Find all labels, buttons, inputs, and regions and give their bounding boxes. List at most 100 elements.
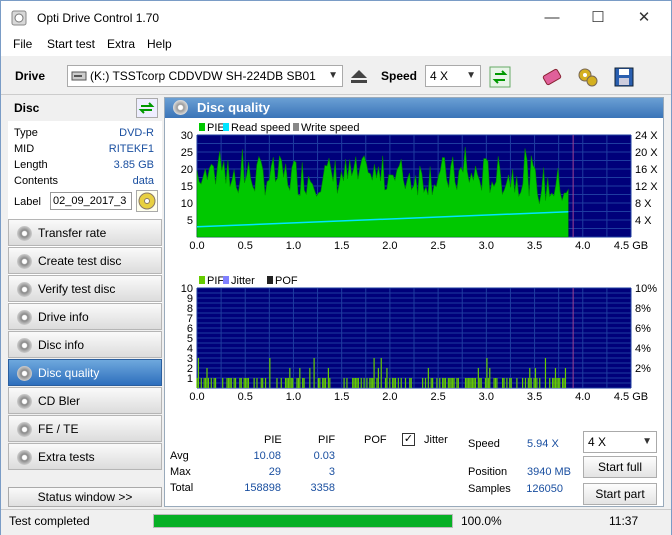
disc-label-input[interactable] bbox=[50, 192, 132, 210]
label-disc-button[interactable] bbox=[136, 190, 158, 212]
disc-header: Disc bbox=[8, 97, 162, 119]
settings-button[interactable] bbox=[575, 64, 601, 90]
refresh-icon bbox=[489, 66, 511, 88]
maximize-button[interactable]: ☐ bbox=[575, 1, 621, 34]
app-icon bbox=[11, 10, 27, 26]
legend-label: PIE bbox=[207, 122, 225, 134]
minimize-button[interactable]: — bbox=[529, 1, 575, 34]
y-tick-label: 15 bbox=[181, 181, 193, 193]
position-label: Position bbox=[468, 466, 508, 478]
legend-label: Jitter bbox=[231, 275, 255, 287]
disc-info-icon bbox=[17, 338, 32, 353]
drive-select[interactable]: (K:) TSSTcorp CDDVDW SH-224DB SB01 ▼ bbox=[67, 65, 343, 87]
jitter-checkbox[interactable]: ✓ bbox=[402, 433, 415, 446]
gear-icon bbox=[578, 68, 598, 87]
x-tick-label: 1.5 bbox=[334, 240, 349, 252]
y2-tick-label: 8 X bbox=[635, 198, 652, 210]
nav-label: Verify test disc bbox=[38, 282, 116, 296]
info-row-mid: MID RITEKF1 bbox=[14, 143, 154, 155]
erase-button[interactable] bbox=[539, 64, 565, 90]
speed-select[interactable]: 4 X ▼ bbox=[425, 65, 481, 87]
legend-swatch bbox=[267, 276, 273, 284]
x-tick-label: 3.0 bbox=[479, 391, 494, 403]
legend-label: Read speed bbox=[231, 122, 290, 134]
x-tick-label: 2.5 bbox=[430, 240, 445, 252]
x-tick-label: 0.5 bbox=[238, 240, 253, 252]
y2-tick-label: 20 X bbox=[635, 147, 658, 159]
x-tick-label: 2.0 bbox=[382, 391, 397, 403]
x-tick-label: 3.5 bbox=[527, 391, 542, 403]
speed-stat-value: 5.94 X bbox=[527, 438, 559, 450]
status-text: Test completed bbox=[9, 514, 90, 528]
menu-extra[interactable]: Extra bbox=[107, 37, 135, 51]
window-title: Opti Drive Control 1.70 bbox=[37, 11, 160, 25]
nav-create-test-disc-button[interactable]: Create test disc bbox=[8, 247, 162, 274]
nav-extra-tests-button[interactable]: Extra tests bbox=[8, 443, 162, 470]
legend-label: Write speed bbox=[301, 122, 360, 134]
y2-tick-label: 10% bbox=[635, 283, 657, 295]
speed-label: Speed bbox=[381, 69, 418, 83]
y-tick-label: 5 bbox=[187, 215, 193, 227]
refresh-button[interactable] bbox=[487, 64, 513, 90]
total-pif: 3358 bbox=[310, 482, 335, 494]
x-tick-label: 1.0 bbox=[286, 391, 301, 403]
nav-disc-quality-button[interactable]: Disc quality bbox=[8, 359, 162, 386]
nav-verify-test-disc-button[interactable]: Verify test disc bbox=[8, 275, 162, 302]
col-pof: POF bbox=[364, 434, 387, 446]
x-tick-label: 3.5 bbox=[527, 240, 542, 252]
nav-transfer-rate-button[interactable]: Transfer rate bbox=[8, 219, 162, 246]
start-part-button[interactable]: Start part bbox=[583, 483, 657, 505]
eject-icon bbox=[351, 70, 367, 83]
disc-quality-icon bbox=[173, 100, 188, 115]
status-window-button[interactable]: Status window >> bbox=[8, 487, 162, 507]
x-tick-label: 0.0 bbox=[189, 391, 204, 403]
x-tick-label: 3.0 bbox=[479, 240, 494, 252]
x-tick-label: 4.5 GB bbox=[614, 240, 648, 252]
legend-swatch bbox=[223, 276, 229, 284]
avg-pie: 10.08 bbox=[253, 450, 281, 462]
close-button[interactable]: ✕ bbox=[621, 1, 667, 34]
legend-swatch bbox=[199, 123, 205, 131]
max-pie: 29 bbox=[268, 466, 281, 478]
panel-header: Disc quality bbox=[165, 98, 663, 118]
save-button[interactable] bbox=[611, 64, 637, 90]
max-pif: 3 bbox=[328, 466, 335, 478]
test-speed-select[interactable]: 4 X ▼ bbox=[583, 431, 657, 453]
create-test-disc-icon bbox=[17, 254, 32, 269]
nav-fe-te-button[interactable]: FE / TE bbox=[8, 415, 162, 442]
speed-stat-label: Speed bbox=[468, 438, 500, 450]
legend-swatch bbox=[293, 123, 299, 131]
floppy-icon bbox=[614, 67, 634, 87]
start-full-button[interactable]: Start full bbox=[583, 456, 657, 478]
nav-label: Transfer rate bbox=[38, 226, 107, 240]
menu-file[interactable]: File bbox=[13, 37, 32, 51]
y-tick-label: 30 bbox=[181, 130, 193, 142]
nav-disc-info-button[interactable]: Disc info bbox=[8, 331, 162, 358]
nav-label: FE / TE bbox=[38, 422, 79, 436]
total-label: Total bbox=[170, 482, 194, 494]
left-panel: Disc Type DVD-R MID RITEKF1 Length 3.85 GB … bbox=[8, 97, 162, 507]
nav-label: CD Bler bbox=[38, 394, 81, 408]
samples-value: 126050 bbox=[526, 483, 563, 495]
total-pie: 158898 bbox=[244, 482, 281, 494]
nav-drive-info-button[interactable]: Drive info bbox=[8, 303, 162, 330]
drive-icon bbox=[71, 71, 87, 81]
extra-tests-icon bbox=[17, 450, 32, 465]
y2-tick-label: 4% bbox=[635, 343, 651, 355]
menu-help[interactable]: Help bbox=[147, 37, 172, 51]
chevron-down-icon: ▼ bbox=[642, 436, 652, 447]
max-label: Max bbox=[170, 466, 191, 478]
y2-tick-label: 24 X bbox=[635, 130, 658, 142]
nav-cd-bler-button[interactable]: CD Bler bbox=[8, 387, 162, 414]
nav-label: Drive info bbox=[38, 310, 89, 324]
menu-start-test[interactable]: Start test bbox=[47, 37, 95, 51]
disc-quality-icon bbox=[17, 366, 32, 381]
legend-swatch bbox=[199, 276, 205, 284]
status-bar: Test completed 100.0% 11:37 bbox=[1, 509, 671, 535]
progress-bar bbox=[153, 514, 453, 528]
eject-button[interactable] bbox=[346, 64, 372, 90]
x-tick-label: 0.5 bbox=[238, 391, 253, 403]
menu-bar: File Start test Extra Help bbox=[1, 34, 671, 56]
jitter-label: Jitter bbox=[424, 434, 448, 446]
disc-refresh-button[interactable] bbox=[136, 98, 158, 118]
